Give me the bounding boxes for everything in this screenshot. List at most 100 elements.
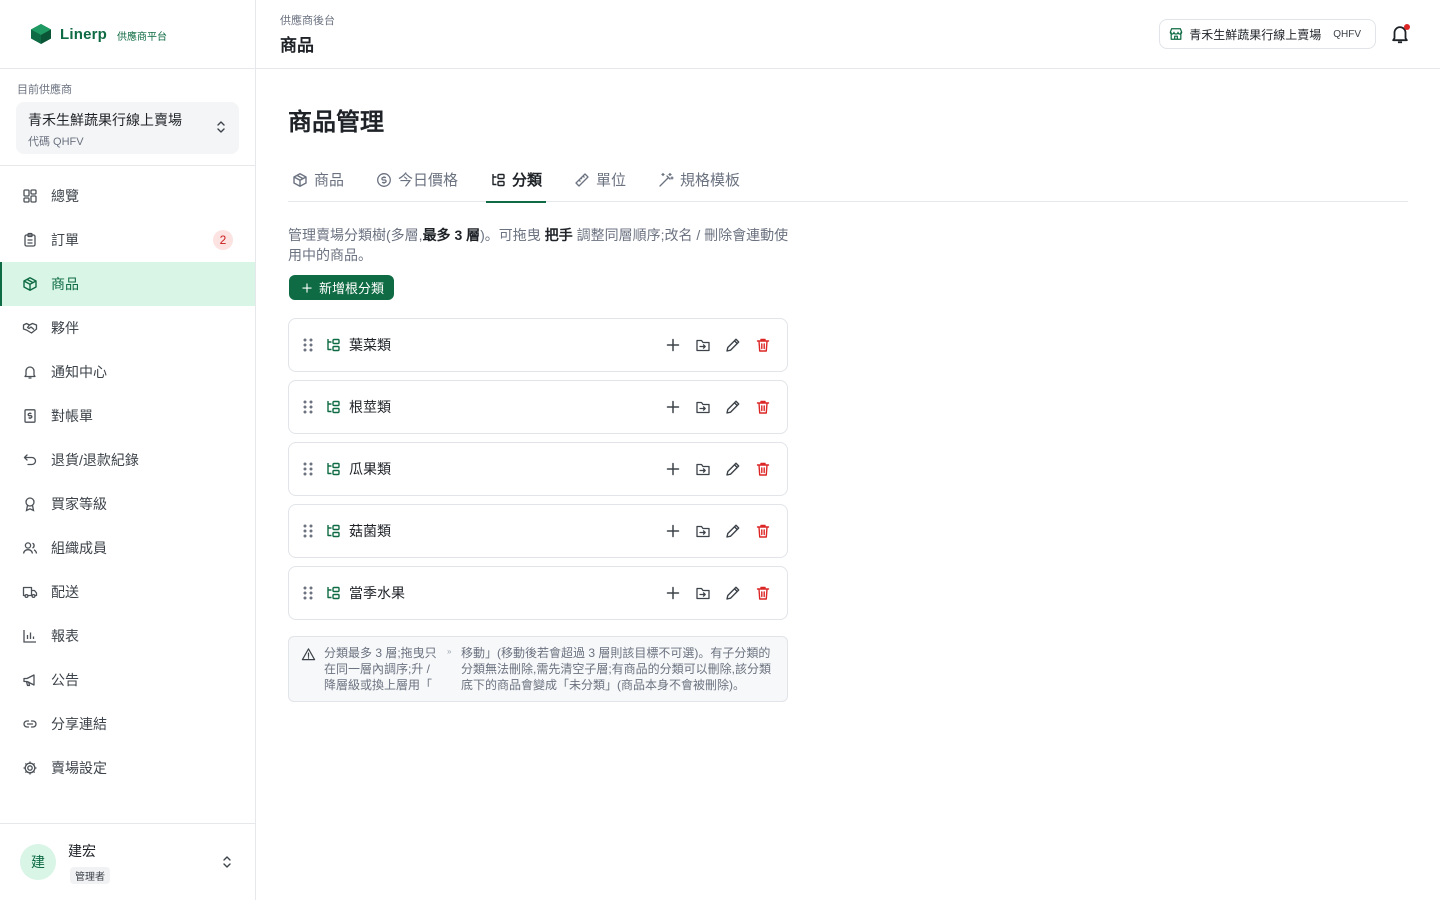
megaphone-icon bbox=[22, 672, 38, 688]
sidebar-item-share-links[interactable]: 分享連結 bbox=[0, 702, 255, 746]
sidebar-item-overview[interactable]: 總覽 bbox=[0, 174, 255, 218]
folder-move-icon bbox=[695, 585, 711, 601]
rename-category-button[interactable] bbox=[725, 523, 741, 539]
tab-today-price[interactable]: 今日價格 bbox=[372, 157, 462, 202]
category-name: 菇菌類 bbox=[349, 523, 391, 539]
move-category-button[interactable] bbox=[695, 523, 711, 539]
category-row: 根莖類 bbox=[288, 380, 788, 434]
magic-wand-icon bbox=[658, 172, 674, 188]
delete-category-button[interactable] bbox=[755, 399, 771, 415]
drag-handle-icon[interactable] bbox=[301, 399, 315, 415]
award-icon bbox=[22, 496, 38, 512]
brand-name: Linerp bbox=[60, 25, 108, 43]
truck-icon bbox=[22, 584, 38, 600]
folder-move-icon bbox=[695, 399, 711, 415]
move-category-button[interactable] bbox=[695, 461, 711, 477]
add-subcategory-button[interactable] bbox=[665, 399, 681, 415]
folder-move-icon bbox=[695, 461, 711, 477]
category-actions bbox=[651, 523, 771, 539]
drag-handle-icon[interactable] bbox=[301, 461, 315, 477]
add-subcategory-button[interactable] bbox=[665, 461, 681, 477]
category-name: 葉菜類 bbox=[349, 337, 391, 353]
sidebar-item-returns[interactable]: 退貨/退款紀錄 bbox=[0, 438, 255, 482]
trash-icon bbox=[755, 461, 771, 477]
store-switcher[interactable]: 青禾生鮮蔬果行線上賣場 QHFV bbox=[1159, 19, 1376, 49]
category-actions bbox=[651, 337, 771, 353]
sidebar-item-label: 夥伴 bbox=[51, 320, 79, 336]
sidebar-item-announcements[interactable]: 公告 bbox=[0, 658, 255, 702]
tree-icon bbox=[325, 461, 341, 477]
tab-categories[interactable]: 分類 bbox=[486, 157, 547, 203]
warning-icon bbox=[301, 647, 316, 662]
add-subcategory-button[interactable] bbox=[665, 337, 681, 353]
sidebar-nav: 總覽 訂單 2 商品 夥伴 通知中心 對帳單 退貨/退款紀錄 買家等級 組織成員… bbox=[0, 166, 255, 790]
user-menu[interactable]: 建 建宏 管理者 bbox=[0, 823, 255, 900]
rename-category-button[interactable] bbox=[725, 337, 741, 353]
clipboard-icon bbox=[22, 232, 38, 248]
plus-icon bbox=[665, 461, 681, 477]
tab-label: 分類 bbox=[512, 172, 543, 189]
move-category-button[interactable] bbox=[695, 585, 711, 601]
store-name: 青禾生鮮蔬果行線上賣場 bbox=[1189, 27, 1322, 42]
sidebar-item-notifications[interactable]: 通知中心 bbox=[0, 350, 255, 394]
store-code: QHFV bbox=[1333, 28, 1361, 40]
rename-category-button[interactable] bbox=[725, 399, 741, 415]
sidebar-item-partners[interactable]: 夥伴 bbox=[0, 306, 255, 350]
pencil-icon bbox=[725, 399, 741, 415]
tab-units[interactable]: 單位 bbox=[570, 157, 630, 202]
sidebar-item-reports[interactable]: 報表 bbox=[0, 614, 255, 658]
sidebar: Linerp 供應商平台 目前供應商 青禾生鮮蔬果行線上賣場 代碼 QHFV 總… bbox=[0, 0, 256, 900]
sidebar-item-label: 通知中心 bbox=[51, 364, 107, 380]
sidebar-item-statements[interactable]: 對帳單 bbox=[0, 394, 255, 438]
category-list: 葉菜類 根莖類 瓜果類 菇菌類 當季水果 bbox=[288, 318, 788, 628]
tab-products[interactable]: 商品 bbox=[288, 157, 348, 202]
add-root-category-button[interactable]: 新增根分類 bbox=[289, 275, 395, 300]
delete-category-button[interactable] bbox=[755, 523, 771, 539]
chevron-up-down-icon bbox=[215, 119, 227, 135]
sidebar-item-delivery[interactable]: 配送 bbox=[0, 570, 255, 614]
topbar: 供應商後台 商品 青禾生鮮蔬果行線上賣場 QHFV bbox=[256, 0, 1440, 69]
user-role-badge: 管理者 bbox=[70, 866, 110, 884]
sidebar-item-members[interactable]: 組織成員 bbox=[0, 526, 255, 570]
supplier-select[interactable]: 青禾生鮮蔬果行線上賣場 代碼 QHFV bbox=[16, 102, 239, 154]
brand[interactable]: Linerp 供應商平台 bbox=[0, 0, 255, 69]
delete-category-button[interactable] bbox=[755, 337, 771, 353]
delete-category-button[interactable] bbox=[755, 461, 771, 477]
bar-chart-icon bbox=[22, 628, 38, 644]
drag-handle-icon[interactable] bbox=[301, 585, 315, 601]
add-subcategory-button[interactable] bbox=[665, 585, 681, 601]
sidebar-item-store-settings[interactable]: 賣場設定 bbox=[0, 746, 255, 790]
drag-handle-icon[interactable] bbox=[301, 523, 315, 539]
supplier-section: 目前供應商 青禾生鮮蔬果行線上賣場 代碼 QHFV bbox=[0, 69, 255, 166]
move-category-button[interactable] bbox=[695, 337, 711, 353]
desc-bold: 最多 3 層 bbox=[422, 227, 481, 243]
category-row: 葉菜類 bbox=[288, 318, 788, 372]
add-subcategory-button[interactable] bbox=[665, 523, 681, 539]
sidebar-item-label: 配送 bbox=[51, 584, 79, 600]
tab-spec-templates[interactable]: 規格模板 bbox=[654, 157, 744, 202]
rename-category-button[interactable] bbox=[725, 461, 741, 477]
linerp-logo-icon bbox=[31, 24, 51, 44]
rename-category-button[interactable] bbox=[725, 585, 741, 601]
sidebar-item-products[interactable]: 商品 bbox=[0, 262, 255, 306]
category-actions bbox=[651, 461, 771, 477]
category-row: 當季水果 bbox=[288, 566, 788, 620]
pencil-icon bbox=[725, 523, 741, 539]
sidebar-item-orders[interactable]: 訂單 2 bbox=[0, 218, 255, 262]
sidebar-item-buyer-levels[interactable]: 買家等級 bbox=[0, 482, 255, 526]
ruler-icon bbox=[574, 172, 590, 188]
move-category-button[interactable] bbox=[695, 399, 711, 415]
tree-icon bbox=[325, 399, 341, 415]
user-name: 建宏 bbox=[68, 842, 96, 859]
category-actions bbox=[651, 399, 771, 415]
sidebar-item-label: 總覽 bbox=[51, 188, 79, 204]
notification-dot bbox=[1404, 24, 1410, 30]
brand-tag: 供應商平台 bbox=[117, 31, 168, 43]
add-root-label: 新增根分類 bbox=[319, 281, 385, 296]
sidebar-item-label: 商品 bbox=[51, 276, 79, 292]
notifications-button[interactable] bbox=[1389, 23, 1411, 45]
delete-category-button[interactable] bbox=[755, 585, 771, 601]
drag-handle-icon[interactable] bbox=[301, 337, 315, 353]
tree-icon bbox=[490, 172, 506, 188]
sidebar-item-label: 公告 bbox=[51, 672, 79, 688]
